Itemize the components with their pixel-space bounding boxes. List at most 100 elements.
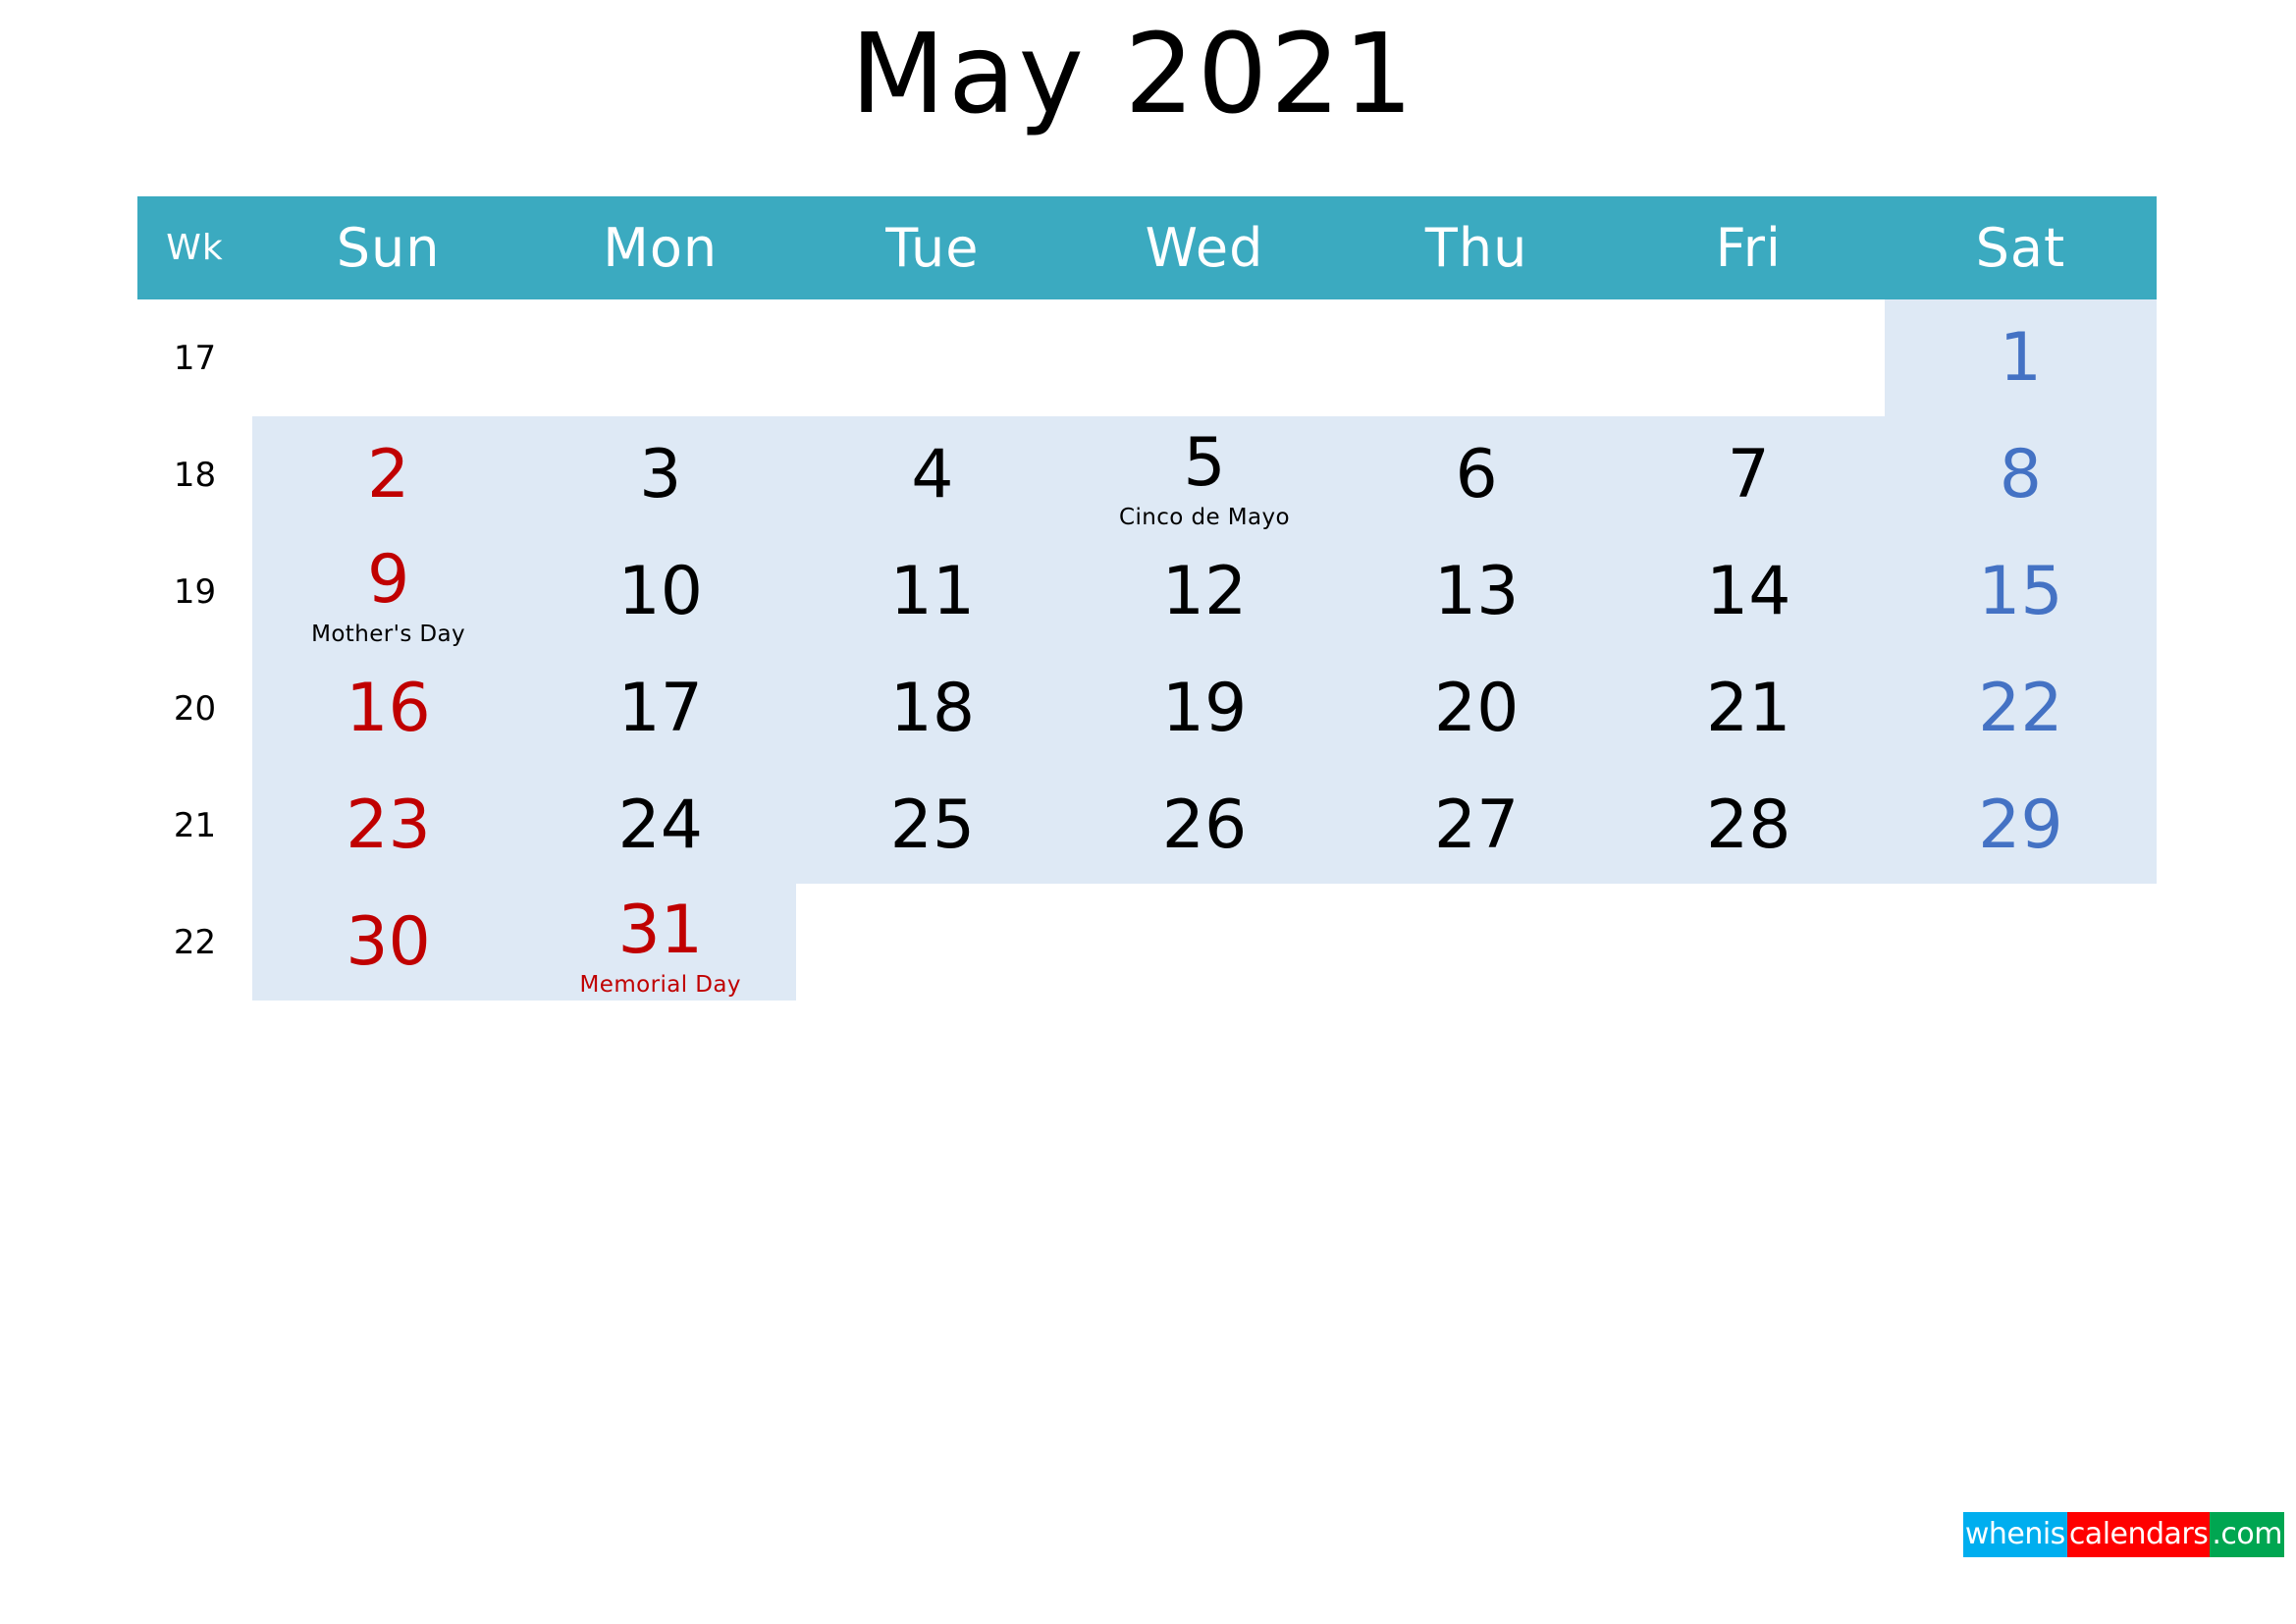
day-cell[interactable]: 8 bbox=[1885, 416, 2157, 533]
day-number: 29 bbox=[1978, 786, 2063, 864]
day-cell[interactable]: 21 bbox=[1613, 650, 1885, 767]
day-number: 17 bbox=[617, 670, 703, 747]
day-number: 20 bbox=[1433, 670, 1520, 747]
day-cell[interactable]: 18 bbox=[796, 650, 1068, 767]
day-number: 1 bbox=[1999, 319, 2043, 397]
week-number: 19 bbox=[173, 571, 217, 612]
logo-part-whenis: whenis bbox=[1962, 1512, 2067, 1557]
day-cell[interactable]: 28 bbox=[1613, 767, 1885, 884]
day-cell-empty bbox=[1068, 884, 1340, 1001]
day-number: 13 bbox=[1433, 553, 1520, 630]
day-number: 12 bbox=[1161, 553, 1248, 630]
day-cell[interactable]: 16 bbox=[252, 650, 524, 767]
day-number: 25 bbox=[889, 786, 976, 864]
day-number: 19 bbox=[1161, 670, 1248, 747]
header-cell-thu: Thu bbox=[1341, 196, 1613, 299]
header-cell-sat: Sat bbox=[1885, 196, 2157, 299]
day-cell[interactable]: 25 bbox=[796, 767, 1068, 884]
day-cell[interactable]: 19 bbox=[1068, 650, 1340, 767]
day-cell-empty bbox=[1341, 299, 1613, 416]
header-label-fri: Fri bbox=[1715, 217, 1782, 279]
calendar-week-row: 17 1 bbox=[137, 299, 2157, 416]
day-cell[interactable]: 6 bbox=[1341, 416, 1613, 533]
day-number: 31 bbox=[617, 892, 703, 969]
week-number-cell: 17 bbox=[137, 299, 252, 416]
week-number-cell: 19 bbox=[137, 533, 252, 650]
day-cell[interactable]: 10 bbox=[524, 533, 796, 650]
day-cell[interactable]: 23 bbox=[252, 767, 524, 884]
day-cell[interactable]: 3 bbox=[524, 416, 796, 533]
day-number: 6 bbox=[1455, 436, 1498, 514]
holiday-label: Mother's Day bbox=[311, 622, 466, 647]
week-number-cell: 20 bbox=[137, 650, 252, 767]
header-label-sun: Sun bbox=[336, 217, 441, 279]
day-number: 14 bbox=[1706, 553, 1791, 630]
day-cell-empty bbox=[1885, 884, 2157, 1001]
day-number: 18 bbox=[889, 670, 976, 747]
logo-part-calendars: calendars bbox=[2066, 1512, 2211, 1557]
week-number: 18 bbox=[173, 455, 217, 495]
day-cell[interactable]: 31 Memorial Day bbox=[524, 884, 796, 1001]
day-cell[interactable]: 12 bbox=[1068, 533, 1340, 650]
day-cell[interactable]: 5 Cinco de Mayo bbox=[1068, 416, 1340, 533]
site-logo[interactable]: whenis calendars .com bbox=[1962, 1512, 2284, 1557]
day-cell[interactable]: 1 bbox=[1885, 299, 2157, 416]
header-label-mon: Mon bbox=[603, 217, 719, 279]
day-number: 4 bbox=[911, 436, 954, 514]
day-number: 16 bbox=[346, 670, 431, 747]
day-cell[interactable]: 7 bbox=[1613, 416, 1885, 533]
day-cell[interactable]: 27 bbox=[1341, 767, 1613, 884]
day-cell[interactable]: 11 bbox=[796, 533, 1068, 650]
day-cell[interactable]: 15 bbox=[1885, 533, 2157, 650]
day-number: 24 bbox=[617, 786, 703, 864]
calendar-week-row: 22 30 31 Memorial Day bbox=[137, 884, 2157, 1001]
calendar-week-row: 18 2 3 4 5 Cinco de Mayo 6 7 8 bbox=[137, 416, 2157, 533]
day-cell-empty bbox=[1341, 884, 1613, 1001]
day-cell-empty bbox=[524, 299, 796, 416]
day-cell-empty bbox=[796, 884, 1068, 1001]
calendar-week-row: 20 16 17 18 19 20 21 22 bbox=[137, 650, 2157, 767]
day-number: 21 bbox=[1706, 670, 1791, 747]
weekday-header-row: Wk Sun Mon Tue Wed Thu Fri Sat bbox=[137, 196, 2157, 299]
day-number: 11 bbox=[889, 553, 976, 630]
day-cell[interactable]: 17 bbox=[524, 650, 796, 767]
day-cell-empty bbox=[796, 299, 1068, 416]
day-cell[interactable]: 13 bbox=[1341, 533, 1613, 650]
header-label-wk: Wk bbox=[166, 228, 224, 268]
day-cell[interactable]: 30 bbox=[252, 884, 524, 1001]
day-cell[interactable]: 29 bbox=[1885, 767, 2157, 884]
week-number: 20 bbox=[173, 688, 217, 729]
week-number-cell: 18 bbox=[137, 416, 252, 533]
day-number: 3 bbox=[639, 436, 682, 514]
day-cell[interactable]: 4 bbox=[796, 416, 1068, 533]
header-cell-wk: Wk bbox=[137, 196, 252, 299]
page-title: May 2021 bbox=[850, 11, 1416, 138]
day-number: 27 bbox=[1433, 786, 1520, 864]
header-cell-tue: Tue bbox=[796, 196, 1068, 299]
header-label-wed: Wed bbox=[1145, 217, 1264, 279]
week-number: 17 bbox=[173, 338, 217, 378]
day-cell[interactable]: 20 bbox=[1341, 650, 1613, 767]
day-cell[interactable]: 26 bbox=[1068, 767, 1340, 884]
day-cell[interactable]: 14 bbox=[1613, 533, 1885, 650]
week-number-cell: 22 bbox=[137, 884, 252, 1001]
day-number: 28 bbox=[1706, 786, 1791, 864]
holiday-label: Cinco de Mayo bbox=[1119, 505, 1290, 530]
header-label-sat: Sat bbox=[1975, 217, 2066, 279]
week-number: 22 bbox=[173, 922, 217, 962]
day-number: 9 bbox=[366, 541, 410, 619]
day-number: 26 bbox=[1161, 786, 1248, 864]
day-cell[interactable]: 2 bbox=[252, 416, 524, 533]
calendar-grid: Wk Sun Mon Tue Wed Thu Fri Sat 17 1 18 2 3 4 5… bbox=[137, 196, 2157, 1001]
day-number: 30 bbox=[346, 903, 431, 981]
day-number: 15 bbox=[1978, 553, 2063, 630]
calendar-week-row: 21 23 24 25 26 27 28 29 bbox=[137, 767, 2157, 884]
day-cell[interactable]: 22 bbox=[1885, 650, 2157, 767]
day-cell-empty bbox=[1613, 884, 1885, 1001]
day-cell[interactable]: 9 Mother's Day bbox=[252, 533, 524, 650]
day-cell[interactable]: 24 bbox=[524, 767, 796, 884]
day-number: 10 bbox=[617, 553, 703, 630]
header-cell-sun: Sun bbox=[252, 196, 524, 299]
day-number: 5 bbox=[1183, 424, 1226, 502]
header-label-thu: Thu bbox=[1424, 217, 1528, 279]
